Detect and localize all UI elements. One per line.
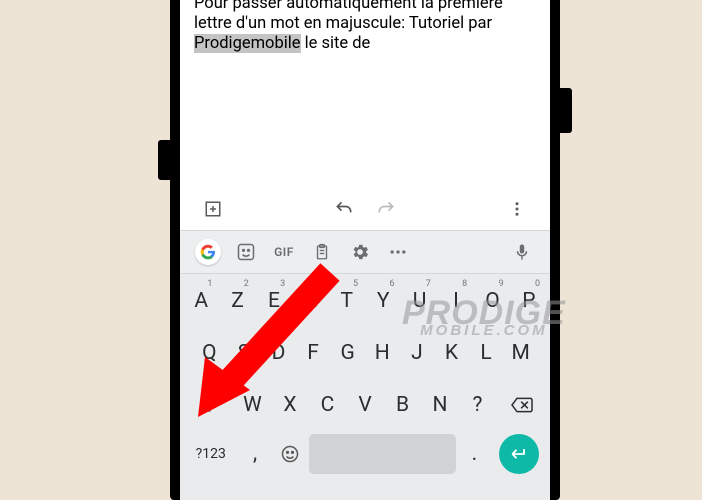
text-highlight: Prodigemobile (194, 34, 301, 53)
key-N[interactable]: N (422, 382, 458, 428)
sticker-icon[interactable] (228, 234, 264, 270)
emoji-key[interactable] (274, 434, 307, 474)
text-editor-content[interactable]: Pour passer automatiquement la première … (180, 0, 550, 58)
on-screen-keyboard: A1Z2E3R4T5Y6U7I8O9P0 QSDFGHJKLM WXCVBN? … (180, 274, 550, 500)
key-U[interactable]: U7 (402, 278, 436, 324)
shift-key[interactable] (184, 382, 233, 428)
redo-icon[interactable] (373, 196, 399, 222)
key-J[interactable]: J (401, 330, 434, 376)
keyboard-row-2: QSDFGHJKLM (180, 330, 550, 376)
google-icon[interactable] (190, 234, 226, 270)
phone-notch-left (158, 140, 170, 180)
key-Z[interactable]: Z2 (220, 278, 254, 324)
key-I[interactable]: I8 (439, 278, 473, 324)
keyboard-suggestion-bar: GIF (180, 230, 550, 274)
text-line2: lettre d'un mot en majuscule: Tutoriel p… (194, 14, 492, 33)
key-C[interactable]: C (310, 382, 346, 428)
key-S[interactable]: S (228, 330, 261, 376)
key-H[interactable]: H (366, 330, 399, 376)
key-K[interactable]: K (435, 330, 468, 376)
comma-key[interactable]: , (239, 434, 272, 474)
gif-icon[interactable]: GIF (266, 234, 302, 270)
key-Y[interactable]: Y6 (366, 278, 400, 324)
symbols-key[interactable]: ?123 (185, 434, 237, 474)
text-line1: Pour passer automatiquement la première (194, 0, 503, 13)
phone-frame: Pour passer automatiquement la première … (170, 0, 560, 500)
key-A[interactable]: A1 (184, 278, 218, 324)
keyboard-row-1: A1Z2E3R4T5Y6U7I8O9P0 (180, 278, 550, 324)
key-L[interactable]: L (470, 330, 503, 376)
insert-icon[interactable] (200, 196, 226, 222)
key-P[interactable]: P0 (512, 278, 546, 324)
undo-icon[interactable] (331, 196, 357, 222)
phone-notch-right (560, 88, 572, 133)
key-E[interactable]: E3 (257, 278, 291, 324)
key-D[interactable]: D (262, 330, 295, 376)
key-question[interactable]: ? (460, 382, 496, 428)
clipboard-icon[interactable] (304, 234, 340, 270)
enter-key[interactable] (499, 434, 539, 474)
key-W[interactable]: W (235, 382, 271, 428)
key-V[interactable]: V (347, 382, 383, 428)
text-line3-post: le site de (301, 34, 371, 53)
backspace-key[interactable] (497, 382, 546, 428)
key-M[interactable]: M (504, 330, 537, 376)
key-B[interactable]: B (385, 382, 421, 428)
more-options-icon[interactable] (504, 196, 530, 222)
key-O[interactable]: O9 (475, 278, 509, 324)
microphone-icon[interactable] (504, 234, 540, 270)
key-F[interactable]: F (297, 330, 330, 376)
editor-toolbar (180, 190, 550, 228)
more-horizontal-icon[interactable] (380, 234, 416, 270)
spacebar-key[interactable] (309, 434, 456, 474)
key-X[interactable]: X (272, 382, 308, 428)
settings-icon[interactable] (342, 234, 378, 270)
key-G[interactable]: G (331, 330, 364, 376)
key-Q[interactable]: Q (193, 330, 226, 376)
keyboard-row-3: WXCVBN? (180, 382, 550, 428)
keyboard-row-4: ?123 , . (180, 434, 550, 474)
key-T[interactable]: T5 (330, 278, 364, 324)
key-R[interactable]: R4 (293, 278, 327, 324)
period-key[interactable]: . (458, 434, 491, 474)
